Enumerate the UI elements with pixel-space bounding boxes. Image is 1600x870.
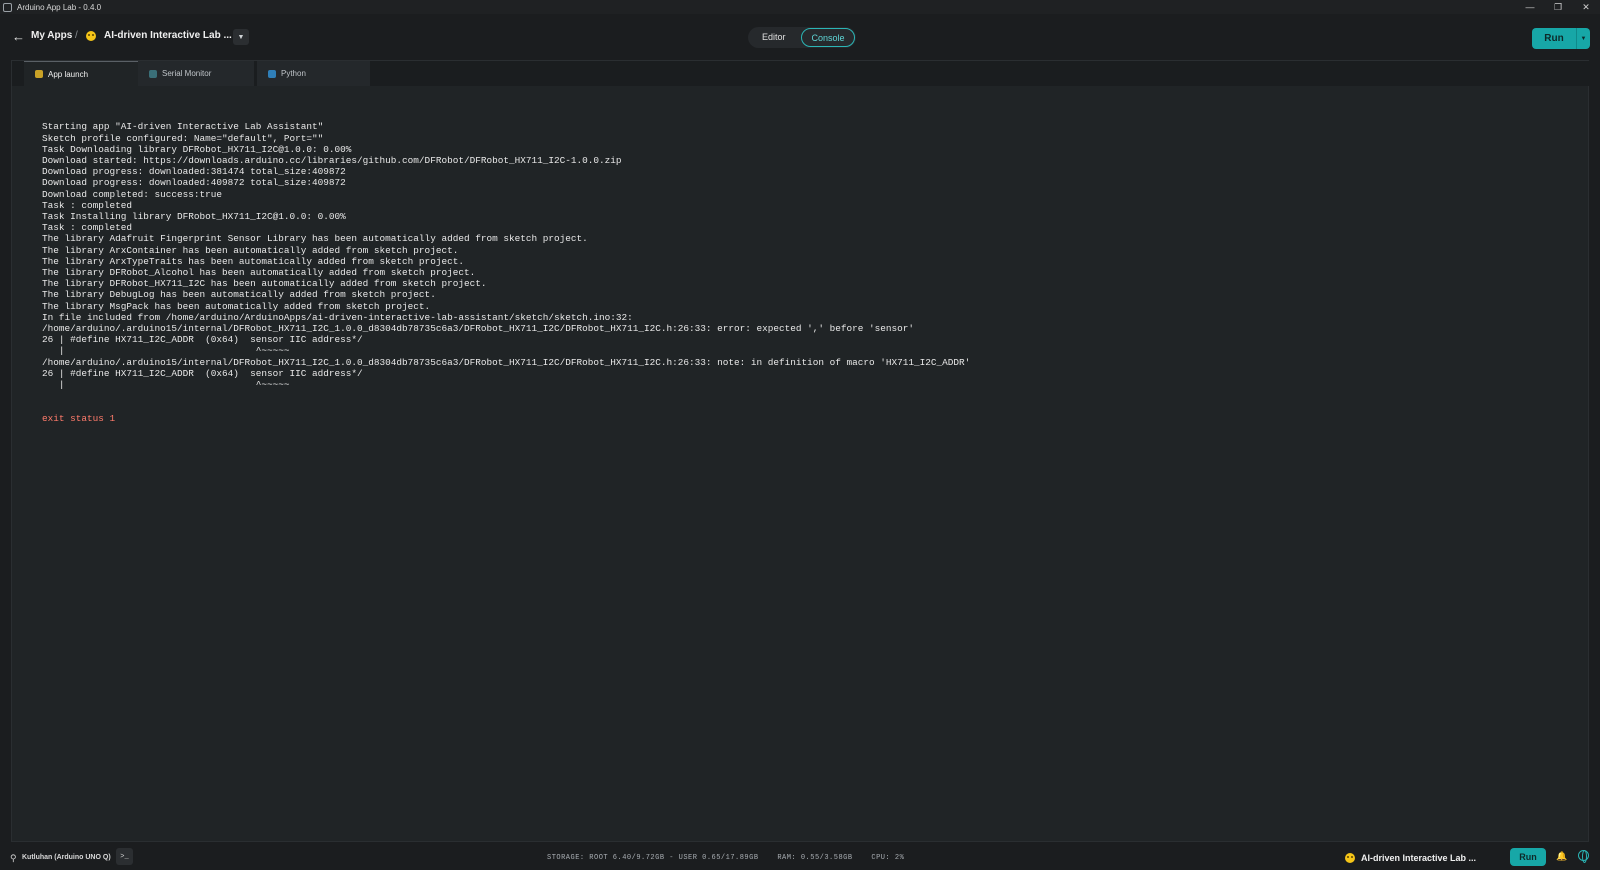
console-line: The library ArxTypeTraits has been autom… bbox=[42, 255, 464, 267]
console-line: | ^~~~~~ bbox=[42, 345, 290, 357]
console-line: Download progress: downloaded:381474 tot… bbox=[42, 166, 346, 178]
console-line: /home/arduino/.arduino15/internal/DFRobo… bbox=[42, 356, 971, 368]
tab-label: Python bbox=[281, 69, 306, 78]
breadcrumb-app-name[interactable]: AI-driven Interactive Lab ... bbox=[104, 30, 232, 41]
console-line: Task : completed bbox=[42, 222, 133, 234]
console-line: The library ArxContainer has been automa… bbox=[42, 244, 459, 256]
console-line: 26 | #define HX711_I2C_ADDR (0x64) senso… bbox=[42, 367, 363, 379]
console-line: The library Adafruit Fingerprint Sensor … bbox=[42, 233, 588, 245]
console-line: Task : completed bbox=[42, 199, 133, 211]
editor-tab[interactable]: Editor bbox=[762, 32, 786, 42]
maximize-button[interactable]: ❐ bbox=[1544, 0, 1572, 14]
tab-serial-monitor[interactable]: Serial Monitor bbox=[138, 61, 254, 86]
globe-icon[interactable] bbox=[1578, 850, 1589, 863]
breadcrumb-my-apps[interactable]: My Apps bbox=[31, 30, 72, 41]
console-panel: App launch Serial Monitor Python Startin… bbox=[11, 60, 1590, 842]
mode-switch: Editor Console bbox=[748, 27, 856, 48]
app-launch-icon bbox=[35, 70, 43, 78]
console-line: In file included from /home/arduino/Ardu… bbox=[42, 311, 633, 323]
system-stats: STORAGE: ROOT 6.40/9.72GB - USER 0.65/17… bbox=[547, 854, 904, 862]
run-button[interactable]: Run bbox=[1532, 28, 1576, 49]
serial-monitor-icon bbox=[149, 69, 157, 78]
minimize-button[interactable]: — bbox=[1516, 0, 1544, 14]
console-line: Download progress: downloaded:409872 tot… bbox=[42, 177, 346, 189]
tab-label: Serial Monitor bbox=[162, 69, 212, 78]
breadcrumb-separator: / bbox=[75, 30, 78, 41]
console-line: The library DebugLog has been automatica… bbox=[42, 289, 436, 301]
run-options-chevron-icon[interactable]: ▼ bbox=[1576, 28, 1590, 49]
console-line: | ^~~~~~ bbox=[42, 379, 290, 391]
console-tab[interactable]: Console bbox=[801, 28, 855, 47]
window-titlebar: Arduino App Lab - 0.4.0 — ❐ ✕ bbox=[0, 0, 1600, 14]
console-line: Task Downloading library DFRobot_HX711_I… bbox=[42, 143, 352, 155]
close-button[interactable]: ✕ bbox=[1572, 0, 1600, 14]
app-emoji-icon bbox=[86, 31, 96, 41]
chevron-down-icon: ▼ bbox=[237, 33, 245, 41]
console-line: Sketch profile configured: Name="default… bbox=[42, 132, 324, 144]
app-icon bbox=[3, 2, 12, 12]
console-line: Download started: https://downloads.ardu… bbox=[42, 155, 622, 167]
usb-icon: ⚲ bbox=[10, 853, 17, 863]
python-icon bbox=[268, 69, 276, 78]
statusbar-app-name[interactable]: AI-driven Interactive Lab ... bbox=[1361, 853, 1476, 863]
terminal-icon[interactable]: >_ bbox=[116, 848, 133, 865]
back-arrow-icon[interactable]: ← bbox=[12, 29, 25, 44]
board-name[interactable]: Kutluhan (Arduino UNO Q) bbox=[22, 854, 111, 861]
statusbar-run-button[interactable]: Run bbox=[1510, 848, 1546, 866]
status-bar: ⚲ Kutluhan (Arduino UNO Q) >_ STORAGE: R… bbox=[0, 845, 1600, 870]
ram-stat: RAM: 0.55/3.58GB bbox=[777, 854, 853, 862]
console-line: /home/arduino/.arduino15/internal/DFRobo… bbox=[42, 323, 915, 335]
window-title: Arduino App Lab - 0.4.0 bbox=[17, 2, 102, 12]
top-nav: ← My Apps / AI-driven Interactive Lab ..… bbox=[0, 14, 1600, 60]
console-line: The library DFRobot_Alcohol has been aut… bbox=[42, 267, 476, 279]
tab-app-launch[interactable]: App launch bbox=[24, 61, 141, 86]
bell-icon[interactable]: 🔔 bbox=[1556, 851, 1567, 862]
console-line: The library DFRobot_HX711_I2C has been a… bbox=[42, 278, 487, 290]
app-emoji-icon bbox=[1345, 853, 1355, 863]
app-dropdown-button[interactable]: ▼ bbox=[233, 29, 249, 45]
console-line: Download completed: success:true bbox=[42, 188, 223, 200]
run-button-group: Run ▼ bbox=[1532, 28, 1590, 49]
exit-status-line: exit status 1 bbox=[42, 412, 116, 424]
tab-label: App launch bbox=[48, 69, 89, 79]
console-tabs: App launch Serial Monitor Python bbox=[12, 61, 1590, 86]
window-controls: — ❐ ✕ bbox=[1516, 0, 1600, 14]
cpu-stat: CPU: 2% bbox=[871, 854, 905, 862]
console-line: Starting app "AI-driven Interactive Lab … bbox=[42, 121, 324, 133]
storage-stat: STORAGE: ROOT 6.40/9.72GB - USER 0.65/17… bbox=[547, 854, 759, 862]
console-line: 26 | #define HX711_I2C_ADDR (0x64) senso… bbox=[42, 334, 363, 346]
tab-python[interactable]: Python bbox=[257, 61, 370, 86]
console-line: The library MsgPack has been automatical… bbox=[42, 300, 431, 312]
console-lines: Starting app "AI-driven Interactive Lab … bbox=[42, 121, 970, 390]
console-output: Starting app "AI-driven Interactive Lab … bbox=[42, 99, 970, 446]
console-line: Task Installing library DFRobot_HX711_I2… bbox=[42, 211, 346, 223]
